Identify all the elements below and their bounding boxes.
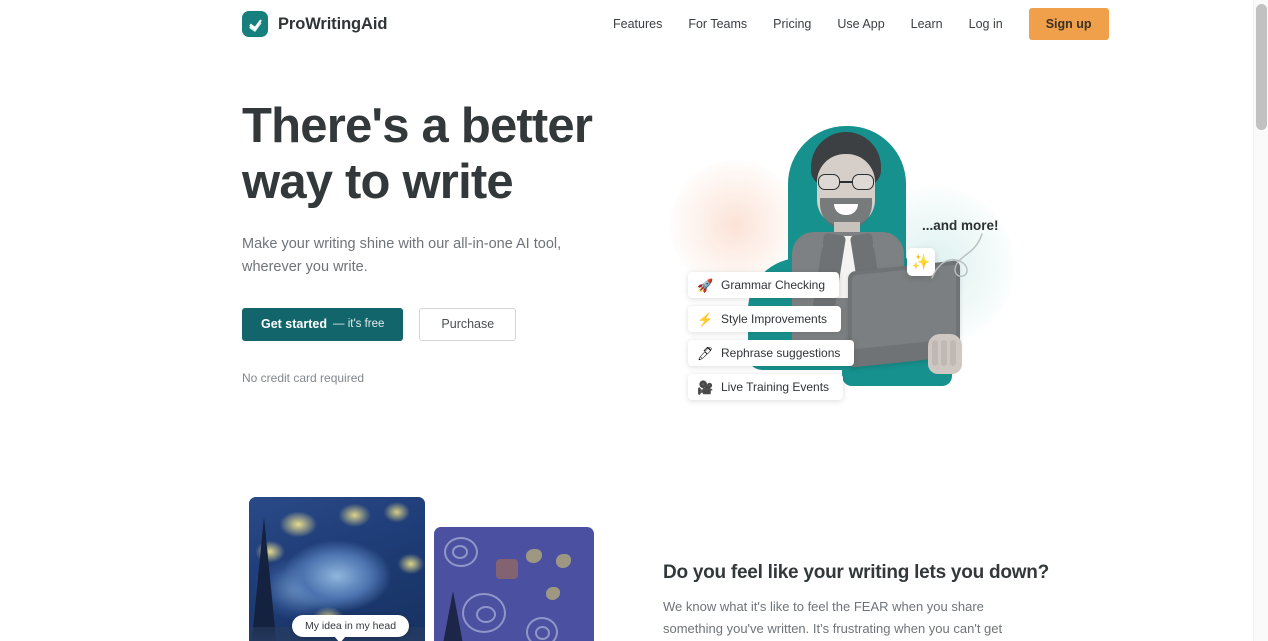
hero-title-line-1: There's a better xyxy=(242,99,593,153)
sign-up-button[interactable]: Sign up xyxy=(1028,8,1109,40)
flat-moon xyxy=(496,559,518,579)
feature-chip-list: 🚀 Grammar Checking ⚡ Style Improvements … xyxy=(688,272,855,408)
person-hand xyxy=(928,334,962,374)
brand-logo-link[interactable]: ProWritingAid xyxy=(242,11,387,37)
idea-in-my-head-bubble: My idea in my head xyxy=(292,615,410,641)
lightning-bolt-icon: ⚡ xyxy=(697,311,714,327)
brand-name: ProWritingAid xyxy=(278,14,388,33)
site-header: ProWritingAid Features For Teams Pricing… xyxy=(0,0,1253,48)
feature-chip-label: Live Training Events xyxy=(721,380,830,394)
magic-wand-icon: 🖊 xyxy=(697,345,714,361)
curly-arrow-icon xyxy=(931,233,983,279)
nav-item-pricing[interactable]: Pricing xyxy=(760,11,824,37)
video-camera-icon: 🎥 xyxy=(697,379,714,395)
get-started-button[interactable]: Get started — it's free xyxy=(242,307,404,341)
glasses-left-lens xyxy=(818,174,840,190)
glasses-right-lens xyxy=(852,174,874,190)
page-root: ProWritingAid Features For Teams Pricing… xyxy=(0,0,1268,641)
feature-chip-rephrase-suggestions: 🖊 Rephrase suggestions xyxy=(688,340,855,366)
flat-cypress-tree xyxy=(442,591,464,641)
flat-swirl xyxy=(476,606,496,623)
hero-title-line-2: way to write xyxy=(242,155,514,210)
hero-cta-row: Get started — it's free Purchase xyxy=(242,307,642,341)
hero-illustration: ✨ ...and more! 🚀 Grammar Checking ⚡ Styl… xyxy=(660,108,1020,438)
get-started-label: Get started xyxy=(261,317,327,332)
page-scrollbar[interactable] xyxy=(1253,0,1268,641)
feature-chip-grammar-checking: 🚀 Grammar Checking xyxy=(688,272,840,298)
scrollbar-thumb[interactable] xyxy=(1256,4,1267,130)
starry-night-cypress-tree xyxy=(251,517,277,641)
feature-chip-label: Grammar Checking xyxy=(721,278,826,292)
flat-star xyxy=(556,554,571,568)
purchase-button[interactable]: Purchase xyxy=(419,307,517,341)
section2-paragraph: We know what it's like to feel the FEAR … xyxy=(663,599,1003,636)
glasses-bridge xyxy=(840,181,852,183)
section2-copy: Do you feel like your writing lets you d… xyxy=(663,562,1049,641)
flat-swirl xyxy=(535,626,550,640)
and-more-annotation: ...and more! xyxy=(922,218,999,233)
feature-chip-label: Rephrase suggestions xyxy=(721,346,841,360)
stacked-pages-logo-icon xyxy=(242,11,268,37)
feature-chip-style-improvements: ⚡ Style Improvements xyxy=(688,306,842,332)
hero-section: There's a better way to write Make your … xyxy=(0,48,1253,478)
main-nav: Features For Teams Pricing Use App Learn… xyxy=(600,8,1109,40)
flat-starry-night-image xyxy=(434,527,594,641)
rocket-icon: 🚀 xyxy=(697,277,714,293)
hand-finger xyxy=(932,340,938,366)
flat-star xyxy=(526,549,542,563)
hand-finger xyxy=(950,340,956,366)
nav-item-use-app[interactable]: Use App xyxy=(824,11,897,37)
feature-chip-label: Style Improvements xyxy=(721,312,828,326)
eyeglasses-icon xyxy=(818,174,874,190)
get-started-free-note: — it's free xyxy=(333,318,385,331)
nav-item-log-in[interactable]: Log in xyxy=(956,11,1016,37)
starry-night-comparison-graphic: My idea in my head xyxy=(249,497,594,641)
nav-item-features[interactable]: Features xyxy=(600,11,675,37)
hero-subtitle: Make your writing shine with our all-in-… xyxy=(242,235,562,276)
writing-lets-you-down-section: My idea in my head Do you feel like your… xyxy=(0,478,1253,641)
hero-title: There's a better way to write xyxy=(242,98,642,211)
no-credit-card-note: No credit card required xyxy=(242,370,365,385)
nav-item-for-teams[interactable]: For Teams xyxy=(675,11,760,37)
nav-item-learn[interactable]: Learn xyxy=(898,11,956,37)
hand-finger xyxy=(941,340,947,366)
flat-star xyxy=(546,587,560,600)
hero-copy: There's a better way to write Make your … xyxy=(242,98,642,385)
flat-swirl xyxy=(452,545,468,559)
feature-chip-live-training-events: 🎥 Live Training Events xyxy=(688,374,844,400)
section2-heading: Do you feel like your writing lets you d… xyxy=(663,562,1049,583)
